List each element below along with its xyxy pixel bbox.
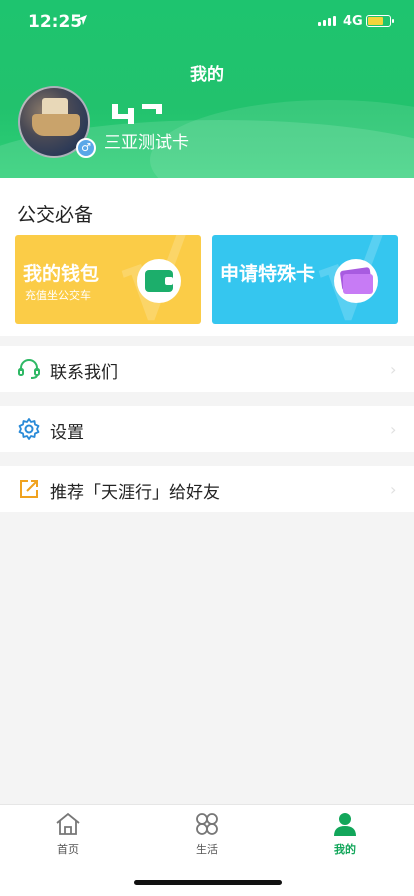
chevron-right-icon: › [390,480,397,499]
bus-essentials-section: 公交必备 √ 我的钱包 充值坐公交车 √ 申请特殊卡 [0,178,414,336]
tab-life[interactable]: 生活 [167,811,247,857]
tile-title: 申请特殊卡 [220,263,316,285]
tile-title: 我的钱包 [23,263,100,285]
network-type: 4G [343,14,363,29]
signal-icon [318,16,336,26]
home-icon [56,812,80,835]
battery-level [368,17,383,25]
battery-icon [366,15,394,27]
apply-special-card-tile[interactable]: √ 申请特殊卡 [212,235,398,324]
menu-item-recommend[interactable]: 推荐「天涯行」给好友 › [0,466,414,512]
profile-header: 12:25 4G 我的 ♂ 三亚测试卡 [0,0,414,178]
menu-item-label: 设置 [50,423,84,443]
username-masked [108,102,168,124]
tab-mine[interactable]: 我的 [305,811,385,857]
status-time: 12:25 [28,12,83,32]
tab-home[interactable]: 首页 [28,811,108,857]
wallet-icon [137,259,181,303]
menu-item-label: 推荐「天涯行」给好友 [50,483,220,503]
home-indicator [134,880,282,885]
tab-label: 我的 [334,843,356,856]
tile-subtitle: 充值坐公交车 [25,289,91,302]
page-title: 我的 [190,65,224,85]
clover-icon [196,813,218,835]
menu-item-contact-us[interactable]: 联系我们 › [0,346,414,392]
tab-label: 首页 [57,843,79,856]
male-icon: ♂ [76,138,96,158]
card-name: 三亚测试卡 [104,133,189,153]
share-icon [20,480,38,498]
header-wave [150,100,414,178]
location-arrow-icon [77,15,87,25]
headset-icon [18,359,40,379]
avatar-image [32,114,80,136]
chevron-right-icon: › [390,360,397,379]
tab-label: 生活 [196,843,218,856]
menu-item-settings[interactable]: 设置 › [0,406,414,452]
my-wallet-tile[interactable]: √ 我的钱包 充值坐公交车 [15,235,201,324]
section-title: 公交必备 [17,204,94,226]
person-icon [334,813,356,836]
chevron-right-icon: › [390,420,397,439]
gear-icon [18,418,40,440]
menu-item-label: 联系我们 [50,363,118,383]
cards-icon [334,259,378,303]
status-bar: 12:25 4G [0,0,414,44]
